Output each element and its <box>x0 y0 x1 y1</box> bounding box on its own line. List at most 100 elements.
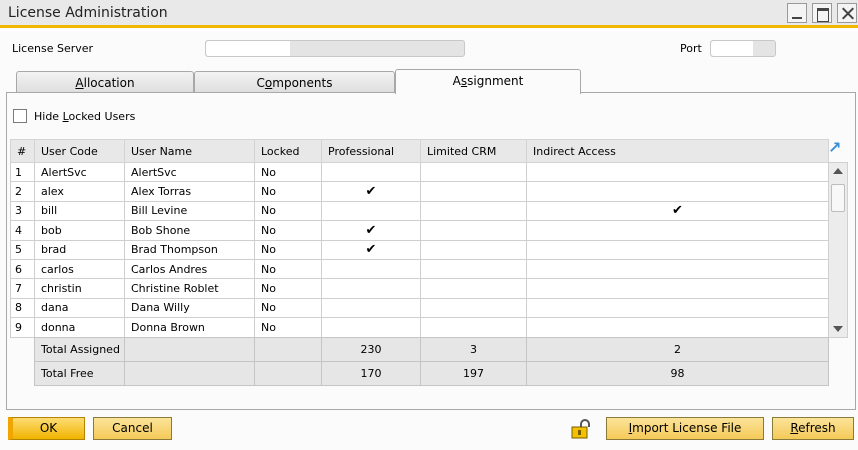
user-code-cell: bill <box>34 200 125 222</box>
locked-cell: No <box>254 297 322 319</box>
total-free-label: Total Free <box>34 361 125 386</box>
indirect-access-check-cell[interactable] <box>526 161 829 183</box>
limited-crm-check-cell[interactable] <box>420 181 527 202</box>
col-header-user-code[interactable]: User Code <box>34 139 125 163</box>
indirect-access-check-cell[interactable]: ✔ <box>526 200 829 222</box>
window-title: License Administration <box>8 5 168 21</box>
user-name-cell: Dana Willy <box>124 297 255 319</box>
row-number: 6 <box>10 258 35 280</box>
total-free-indirect: 98 <box>526 361 829 386</box>
limited-crm-check-cell[interactable] <box>420 161 527 183</box>
user-code-cell: dana <box>34 297 125 319</box>
indirect-access-check-cell[interactable] <box>526 317 829 338</box>
tab-assignment[interactable]: Assignment <box>395 69 581 94</box>
professional-check-cell[interactable] <box>321 258 421 280</box>
user-name-cell: Christine Roblet <box>124 278 255 299</box>
locked-cell: No <box>254 220 322 241</box>
scroll-thumb[interactable] <box>831 184 845 212</box>
row-number: 5 <box>10 239 35 260</box>
row-number: 3 <box>10 200 35 222</box>
locked-cell: No <box>254 239 322 260</box>
table-row[interactable]: 1 AlertSvc AlertSvc No <box>10 161 829 183</box>
port-field[interactable] <box>710 40 776 57</box>
license-server-field[interactable] <box>205 40 465 57</box>
maximize-icon[interactable] <box>812 3 832 23</box>
row-number: 8 <box>10 297 35 319</box>
locked-cell: No <box>254 278 322 299</box>
table-row[interactable]: 6 carlos Carlos Andres No <box>10 258 829 280</box>
user-code-cell: brad <box>34 239 125 260</box>
indirect-access-check-cell[interactable] <box>526 278 829 299</box>
limited-crm-check-cell[interactable] <box>420 239 527 260</box>
col-header-locked[interactable]: Locked <box>254 139 322 163</box>
indirect-access-check-cell[interactable] <box>526 239 829 260</box>
limited-crm-check-cell[interactable] <box>420 278 527 299</box>
limited-crm-check-cell[interactable] <box>420 200 527 222</box>
locked-cell: No <box>254 181 322 202</box>
professional-check-cell[interactable] <box>321 278 421 299</box>
minimize-icon[interactable] <box>787 3 807 23</box>
table-row[interactable]: 7 christin Christine Roblet No <box>10 278 829 299</box>
limited-crm-check-cell[interactable] <box>420 258 527 280</box>
cancel-button[interactable]: Cancel <box>93 417 172 440</box>
tab-allocation[interactable]: Allocation <box>16 71 194 94</box>
limited-crm-check-cell[interactable] <box>420 317 527 338</box>
user-code-cell: donna <box>34 317 125 338</box>
indirect-access-check-cell[interactable] <box>526 258 829 280</box>
professional-check-cell[interactable]: ✔ <box>321 220 421 241</box>
grid-scrollbar[interactable] <box>828 162 848 338</box>
locked-cell: No <box>254 317 322 338</box>
professional-check-cell[interactable]: ✔ <box>321 181 421 202</box>
user-code-cell: AlertSvc <box>34 161 125 183</box>
professional-check-cell[interactable] <box>321 200 421 222</box>
grid-header: # User Code User Name Locked Professiona… <box>10 139 829 163</box>
total-assigned-professional: 230 <box>321 337 421 362</box>
total-free-limited-crm: 197 <box>420 361 527 386</box>
total-assigned-label: Total Assigned <box>34 337 125 362</box>
user-name-cell: Brad Thompson <box>124 239 255 260</box>
scroll-down-icon[interactable] <box>833 326 843 332</box>
user-code-cell: bob <box>34 220 125 241</box>
row-number: 2 <box>10 181 35 202</box>
professional-check-cell[interactable] <box>321 161 421 183</box>
close-icon[interactable] <box>837 3 857 23</box>
table-row[interactable]: 3 bill Bill Levine No ✔ <box>10 200 829 222</box>
table-row[interactable]: 9 donna Donna Brown No <box>10 317 829 338</box>
col-header-limited-crm[interactable]: Limited CRM <box>420 139 527 163</box>
indirect-access-check-cell[interactable] <box>526 220 829 241</box>
table-row[interactable]: 4 bob Bob Shone No ✔ <box>10 220 829 241</box>
refresh-button[interactable]: Refresh <box>772 417 854 440</box>
title-bar: License Administration <box>0 0 858 28</box>
ok-button[interactable]: OK <box>8 417 85 440</box>
indirect-access-check-cell[interactable] <box>526 297 829 319</box>
hide-locked-users-checkbox[interactable] <box>13 109 27 123</box>
total-assigned-row: Total Assigned 230 3 2 <box>34 337 829 362</box>
limited-crm-check-cell[interactable] <box>420 297 527 319</box>
expand-arrow-icon[interactable]: ↗ <box>828 140 844 156</box>
locked-cell: No <box>254 161 322 183</box>
row-number: 4 <box>10 220 35 241</box>
table-row[interactable]: 5 brad Brad Thompson No ✔ <box>10 239 829 260</box>
col-header-user-name[interactable]: User Name <box>124 139 255 163</box>
row-number: 9 <box>10 317 35 338</box>
col-header-number[interactable]: # <box>10 139 35 163</box>
import-license-file-button[interactable]: Import License File <box>606 417 764 440</box>
table-row[interactable]: 8 dana Dana Willy No <box>10 297 829 319</box>
professional-check-cell[interactable] <box>321 297 421 319</box>
total-assigned-indirect: 2 <box>526 337 829 362</box>
table-row[interactable]: 2 alex Alex Torras No ✔ <box>10 181 829 202</box>
limited-crm-check-cell[interactable] <box>420 220 527 241</box>
hide-locked-users-label[interactable]: Hide Locked Users <box>34 110 135 123</box>
professional-check-cell[interactable] <box>321 317 421 338</box>
scroll-up-icon[interactable] <box>833 168 843 174</box>
total-free-professional: 170 <box>321 361 421 386</box>
col-header-professional[interactable]: Professional <box>321 139 421 163</box>
col-header-indirect-access[interactable]: Indirect Access <box>526 139 829 163</box>
user-code-cell: carlos <box>34 258 125 280</box>
professional-check-cell[interactable]: ✔ <box>321 239 421 260</box>
total-assigned-limited-crm: 3 <box>420 337 527 362</box>
tab-components[interactable]: Components <box>194 71 395 94</box>
lock-icon[interactable] <box>571 419 593 439</box>
locked-cell: No <box>254 258 322 280</box>
indirect-access-check-cell[interactable] <box>526 181 829 202</box>
